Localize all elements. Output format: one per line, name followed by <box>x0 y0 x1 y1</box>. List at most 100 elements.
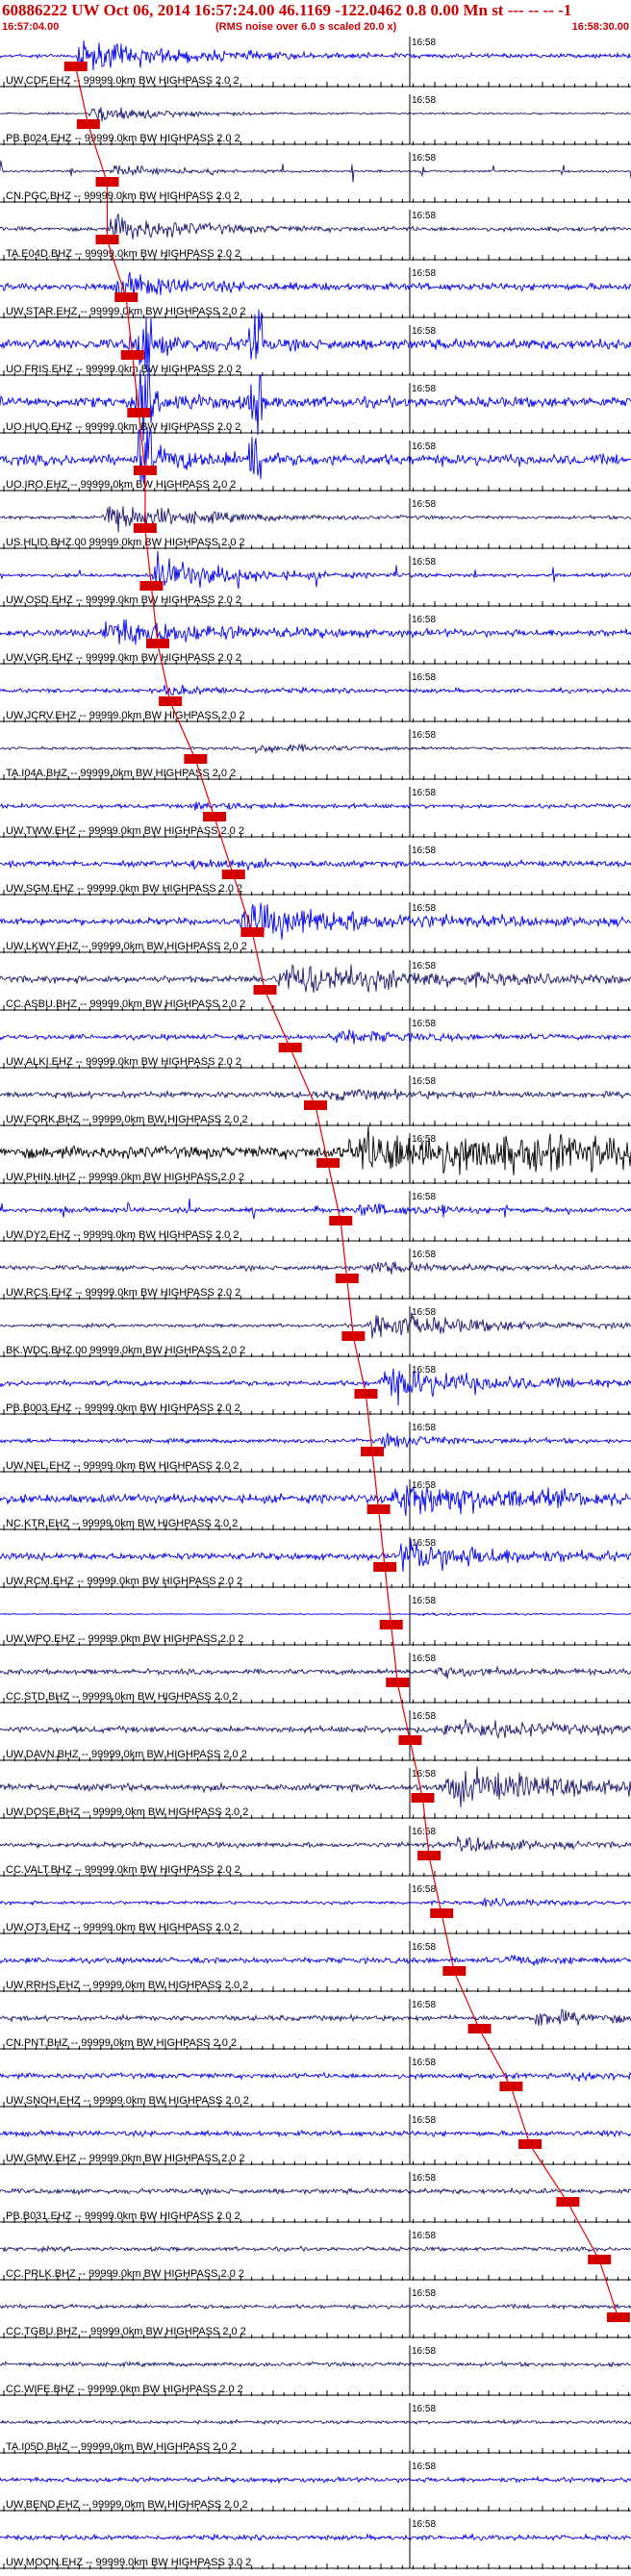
trace-waveform <box>0 1125 631 1175</box>
minute-label: 16:58 <box>412 1711 436 1722</box>
minute-label: 16:58 <box>412 2231 436 2241</box>
event-title: 60886222 UW Oct 06, 2014 16:57:24.00 46.… <box>2 1 572 19</box>
minute-label: 16:58 <box>412 2462 436 2472</box>
trace-label: UW.OT3.EHZ -- 99999.0km BW HIGHPASS 2.0 … <box>6 1922 239 1933</box>
trace-label: UW.DY2.EHZ -- 99999.0km BW HIGHPASS 2.0 … <box>6 1229 239 1241</box>
minute-label: 16:58 <box>412 2058 436 2068</box>
rms-note: (RMS noise over 6.0 s scaled 20.0 x) <box>215 21 397 33</box>
trace-label: CC.ASBU.BHZ -- 99999.0km BW HIGHPASS 2.0… <box>6 998 245 1010</box>
trace-waveform <box>0 902 631 941</box>
minute-label: 16:58 <box>412 2404 436 2414</box>
minute-label: 16:58 <box>412 1827 436 1837</box>
minute-label: 16:58 <box>412 1307 436 1318</box>
trace-waveform <box>0 426 631 485</box>
trace-label: US.HLID.BHZ.00 99999.0km BW HIGHPASS 2.0… <box>6 537 245 548</box>
trace-waveform <box>0 2186 631 2197</box>
trace-waveform <box>0 1611 631 1617</box>
minute-label: 16:58 <box>412 2173 436 2184</box>
minute-label: 16:58 <box>412 1942 436 1953</box>
minute-label: 16:58 <box>412 1019 436 1029</box>
minute-label: 16:58 <box>412 557 436 568</box>
minute-label: 16:58 <box>412 1884 436 1895</box>
minute-label: 16:58 <box>412 788 436 798</box>
trace-label: UW.TWW.EHZ -- 99999.0km BW HIGHPASS 2.0 … <box>6 825 244 837</box>
start-time-label: 16:57:04.00 <box>2 21 60 33</box>
trace-label: UW.WPO.EHZ -- 99999.0km BW HIGHPASS 2.0 … <box>6 1633 243 1645</box>
trace-waveform <box>0 1835 631 1852</box>
trace-waveform <box>0 2532 631 2542</box>
trace-waveform <box>0 40 631 71</box>
trace-waveform <box>0 1539 631 1573</box>
trace-label: PB.B031.EHZ -- 99999.0km BW HIGHPASS 2.0… <box>6 2210 240 2222</box>
trace-label: UW.DOSE.BHZ -- 99999.0km BW HIGHPASS 2.0… <box>6 1806 248 1818</box>
trace-waveform <box>0 1088 631 1101</box>
trace-waveform <box>0 2475 631 2485</box>
trace-waveform <box>0 801 631 811</box>
trace-label: UW.BEND.EHZ -- 99999.0km BW HIGHPASS 2.0… <box>6 2499 248 2511</box>
minute-label: 16:58 <box>412 1480 436 1491</box>
trace-waveform <box>0 619 631 645</box>
trace-label: UW.STAR.EHZ -- 99999.0km BW HIGHPASS 2.0… <box>6 306 246 317</box>
trace-label: CC.TGBU.BHZ -- 99999.0km BW HIGHPASS 2.0… <box>6 2326 246 2337</box>
minute-label: 16:58 <box>412 2288 436 2299</box>
trace-waveform <box>0 1260 631 1275</box>
trace-label: UW.RCM.EHZ -- 99999.0km BW HIGHPASS 2.0 … <box>6 1576 242 1587</box>
trace-waveform <box>0 2418 631 2426</box>
trace-waveform <box>0 1485 631 1516</box>
trace-label: UW.RCS.EHZ -- 99999.0km BW HIGHPASS 2.0 … <box>6 1287 240 1299</box>
trace-waveform <box>0 1897 631 1907</box>
trace-label: UW.MOON.EHZ -- 99999.0km BW HIGHPASS 3.0… <box>6 2557 251 2568</box>
minute-label: 16:58 <box>412 2000 436 2010</box>
trace-label: BK.WDC.BHZ.00 99999.0km BW HIGHPASS 2.0 … <box>6 1345 245 1356</box>
trace-label: UW.ALKI.EHZ -- 99999.0km BW HIGHPASS 2.0… <box>6 1056 241 1068</box>
minute-label: 16:58 <box>412 1192 436 1202</box>
trace-label: UW.DAVN.BHZ -- 99999.0km BW HIGHPASS 2.0… <box>6 1749 247 1760</box>
trace-waveform <box>0 684 631 696</box>
trace-label: UW.JCRV.EHZ -- 99999.0km BW HIGHPASS 2.0… <box>6 710 245 721</box>
trace-label: UW.SNOH.EHZ -- 99999.0km BW HIGHPASS 2.0… <box>6 2095 249 2107</box>
end-time-label: 16:58:30.00 <box>571 21 629 33</box>
minute-label: 16:58 <box>412 384 436 394</box>
trace-label: UW.FORK.BHZ -- 99999.0km BW HIGHPASS 2.0… <box>6 1114 248 1125</box>
trace-waveform <box>0 506 631 533</box>
trace-waveform <box>0 1198 631 1220</box>
minute-label: 16:58 <box>412 2115 436 2126</box>
minute-label: 16:58 <box>412 730 436 741</box>
trace-waveform <box>0 2008 631 2026</box>
minute-label: 16:58 <box>412 1250 436 1260</box>
minute-label: 16:58 <box>412 1076 436 1087</box>
minute-label: 16:58 <box>412 326 436 337</box>
minute-label: 16:58 <box>412 38 436 48</box>
trace-label: UW.PHIN.HHZ -- 99999.0km BW HIGHPASS 2.0… <box>6 1172 244 1183</box>
minute-label: 16:58 <box>412 615 436 625</box>
minute-label: 16:58 <box>412 499 436 510</box>
trace-waveform <box>0 550 631 590</box>
minute-label: 16:58 <box>412 1769 436 1780</box>
trace-waveform <box>0 1368 631 1406</box>
minute-label: 16:58 <box>412 1654 436 1664</box>
trace-label: PB.B024.EHZ -- 99999.0km BW HIGHPASS 2.0… <box>6 133 240 144</box>
minute-label: 16:58 <box>412 672 436 683</box>
trace-waveform <box>0 1665 631 1679</box>
trace-label: UW.OSD.EHZ -- 99999.0km BW HIGHPASS 2.0 … <box>6 594 241 606</box>
minute-label: 16:58 <box>412 268 436 279</box>
trace-waveform <box>0 160 631 183</box>
trace-label: CC.PRLK.BHZ -- 99999.0km BW HIGHPASS 2.0… <box>6 2268 244 2280</box>
minute-label: 16:58 <box>412 2346 436 2357</box>
trace-waveform <box>0 107 631 122</box>
trace-label: TA.I05D.BHZ -- 99999.0km BW HIGHPASS 2.0… <box>6 2441 237 2453</box>
trace-label: UO.HUO.EHZ -- 99999.0km BW HIGHPASS 2.0 … <box>6 421 240 433</box>
trace-label: UO.IRO.EHZ -- 99999.0km BW HIGHPASS 2.0 … <box>6 479 236 491</box>
trace-label: CC.VALT.BHZ -- 99999.0km BW HIGHPASS 2.0… <box>6 1864 240 1876</box>
trace-waveform <box>0 743 631 754</box>
trace-label: TA.E04D.BHZ -- 99999.0km BW HIGHPASS 2.0… <box>6 248 240 260</box>
trace-label: CC.STD.BHZ -- 99999.0km BW HIGHPASS 2.0 … <box>6 1691 238 1703</box>
trace-label: UW.RRHS.EHZ -- 99999.0km BW HIGHPASS 2.0… <box>6 1980 248 1991</box>
minute-label: 16:58 <box>412 95 436 106</box>
trace-label: UW.LKWY.EHZ -- 99999.0km BW HIGHPASS 2.0… <box>6 941 247 952</box>
minute-label: 16:58 <box>412 961 436 972</box>
trace-label: UW.GMW.EHZ -- 99999.0km BW HIGHPASS 2.0 … <box>6 2153 245 2164</box>
trace-waveform <box>0 963 631 994</box>
trace-label: UW.SGM.EHZ -- 99999.0km BW HIGHPASS 2.0 … <box>6 883 242 895</box>
minute-label: 16:58 <box>412 1538 436 1549</box>
